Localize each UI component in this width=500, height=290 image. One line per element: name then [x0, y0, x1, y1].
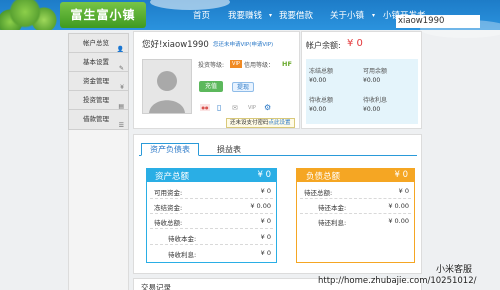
liabilities-title: 负债总额 — [306, 172, 341, 182]
row-label: 冻结资金: — [154, 204, 183, 212]
available-balance-value: ¥0.00 — [363, 77, 381, 84]
set-password-link[interactable]: 点此设置 — [269, 120, 291, 126]
tab-balance-sheet[interactable]: 资产负债表 — [141, 143, 199, 156]
row-label: 待收总额: — [154, 219, 183, 227]
sidebar-item-label: 帐户总览 — [83, 39, 109, 47]
nav-borrow[interactable]: 我要借款 — [279, 9, 313, 21]
balance-label: 帐户余额: — [306, 41, 341, 50]
table-row: 可用资金: ¥ 0 — [150, 185, 273, 199]
sidebar-item-settings[interactable]: 基本设置 ✎ — [68, 52, 129, 73]
row-label: 待收利息: — [168, 251, 197, 259]
nav-invest[interactable]: 我要赚钱 — [228, 9, 262, 21]
table-row: 待收利息: ¥ 0 — [150, 247, 273, 261]
nav-about[interactable]: 关于小镇 — [330, 9, 364, 21]
pending-total-value: ¥0.00 — [309, 106, 327, 113]
avatar-silhouette-icon — [149, 71, 185, 113]
row-label: 可用资金: — [154, 189, 183, 197]
tree-decoration — [0, 0, 58, 30]
site-logo[interactable]: 富生富小镇 — [60, 2, 146, 28]
transactions-title: 交易记录 — [141, 283, 171, 290]
pay-password-tooltip: 还未设支付密码点此设置 — [226, 118, 295, 128]
avatar[interactable] — [142, 59, 192, 114]
assets-title: 资产总额 — [155, 172, 190, 182]
table-row: 待收总额: ¥ 0 — [150, 215, 273, 229]
row-value: ¥ 0 — [398, 187, 409, 195]
header-username[interactable]: xiaow1990 — [396, 15, 480, 28]
credit-level-label: 信用等级： — [244, 62, 275, 69]
tab-income-statement[interactable]: 损益表 — [217, 144, 241, 155]
watermark-url: http://home.zhubajie.com/10251012/ — [318, 276, 477, 286]
vip-badge: VIP — [230, 60, 242, 68]
lock-icon[interactable]: ⚙ — [264, 103, 271, 112]
row-value: ¥ 0 — [260, 217, 271, 225]
sidebar-item-investments[interactable]: 投资管理 ▤ — [68, 90, 129, 111]
table-row: 待还本金: ¥ 0.00 — [300, 200, 411, 214]
recharge-button[interactable]: 充值 — [199, 81, 223, 92]
sidebar-item-overview[interactable]: 帐户总览 👤 — [68, 33, 129, 54]
row-value: ¥ 0 — [260, 187, 271, 195]
vip-icon[interactable]: VIP — [248, 105, 256, 111]
row-label: 待还总额: — [304, 189, 333, 197]
apply-vip-link[interactable]: 您还未申请VIP(申请VIP) — [213, 40, 273, 48]
sidebar-item-label: 投资管理 — [83, 96, 109, 104]
pending-interest-value: ¥0.00 — [363, 106, 381, 113]
sidebar-item-funds[interactable]: 资金管理 ¥ — [68, 71, 129, 92]
greeting: 您好!xiaow1990 — [142, 40, 209, 50]
withdraw-button[interactable]: 提现 — [232, 82, 254, 92]
row-value: ¥ 0 — [260, 233, 271, 241]
frozen-total-label: 冻结总额 — [309, 68, 334, 75]
row-value: ¥ 0.00 — [388, 202, 409, 210]
row-label: 待还利息: — [318, 219, 347, 227]
pending-interest-label: 待收利息 — [363, 97, 388, 104]
sidebar-item-label: 借款管理 — [83, 115, 109, 123]
row-value: ¥ 0.00 — [250, 202, 271, 210]
row-label: 待收本金: — [168, 235, 197, 243]
phone-verify-icon[interactable]: ●● — [200, 104, 210, 111]
row-value: ¥ 0.00 — [388, 217, 409, 225]
row-value: ¥ 0 — [260, 249, 271, 257]
sidebar-filler — [68, 130, 129, 290]
sidebar-item-loans[interactable]: 借款管理 ☰ — [68, 109, 129, 130]
email-icon[interactable]: ✉ — [232, 104, 238, 112]
table-row: 待收本金: ¥ 0 — [150, 231, 273, 245]
balance-amount: ¥ 0 — [347, 38, 363, 49]
assets-total: ¥ 0 — [257, 170, 271, 180]
chevron-down-icon: ▾ — [269, 12, 273, 19]
chevron-down-icon: ▾ — [372, 12, 376, 19]
mobile-icon[interactable]: ▯ — [217, 103, 221, 112]
tooltip-text: 还未设支付密码 — [230, 120, 269, 126]
frozen-total-value: ¥0.00 — [309, 77, 327, 84]
row-label: 待还本金: — [318, 204, 347, 212]
liabilities-total: ¥ 0 — [394, 170, 408, 180]
invest-level-label: 投资等级: — [198, 62, 225, 69]
credit-level-value: HF — [282, 60, 292, 68]
sidebar-item-label: 资金管理 — [83, 77, 109, 85]
nav-home[interactable]: 首页 — [193, 9, 210, 21]
table-row: 待还总额: ¥ 0 — [300, 185, 411, 199]
sidebar-item-label: 基本设置 — [83, 58, 109, 66]
available-balance-label: 可用余额 — [363, 68, 388, 75]
pending-total-label: 待收总额 — [309, 97, 334, 104]
table-row: 待还利息: ¥ 0.00 — [300, 215, 411, 229]
table-row: 冻结资金: ¥ 0.00 — [150, 200, 273, 214]
watermark-name: 小米客服 — [436, 265, 473, 275]
